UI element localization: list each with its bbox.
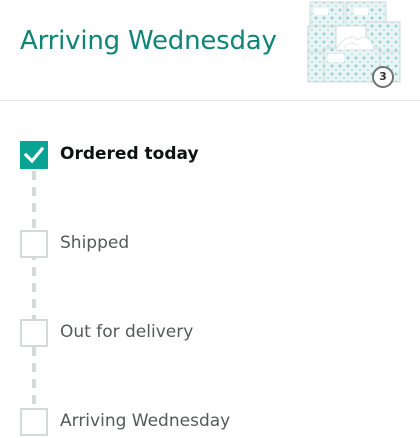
empty-checkbox-icon [20,408,48,436]
empty-checkbox-icon [20,230,48,258]
empty-checkbox-icon [20,319,48,347]
step-shipped: Shipped [0,230,420,260]
step-ordered: Ordered today [0,141,420,171]
step-label: Ordered today [60,144,199,164]
step-out-for-delivery: Out for delivery [0,319,420,349]
arrival-title: Arriving Wednesday [20,26,277,56]
timeline-connector [32,171,36,431]
step-label: Out for delivery [60,322,194,342]
step-arriving: Arriving Wednesday [0,408,420,438]
checkmark-icon [20,141,48,169]
shipment-header: Arriving Wednesday 3 [0,0,420,101]
step-label: Arriving Wednesday [60,411,231,431]
tracking-timeline: Ordered today Shipped Out for delivery A… [0,101,420,436]
quantity-badge: 3 [372,66,394,88]
step-label: Shipped [60,233,130,253]
